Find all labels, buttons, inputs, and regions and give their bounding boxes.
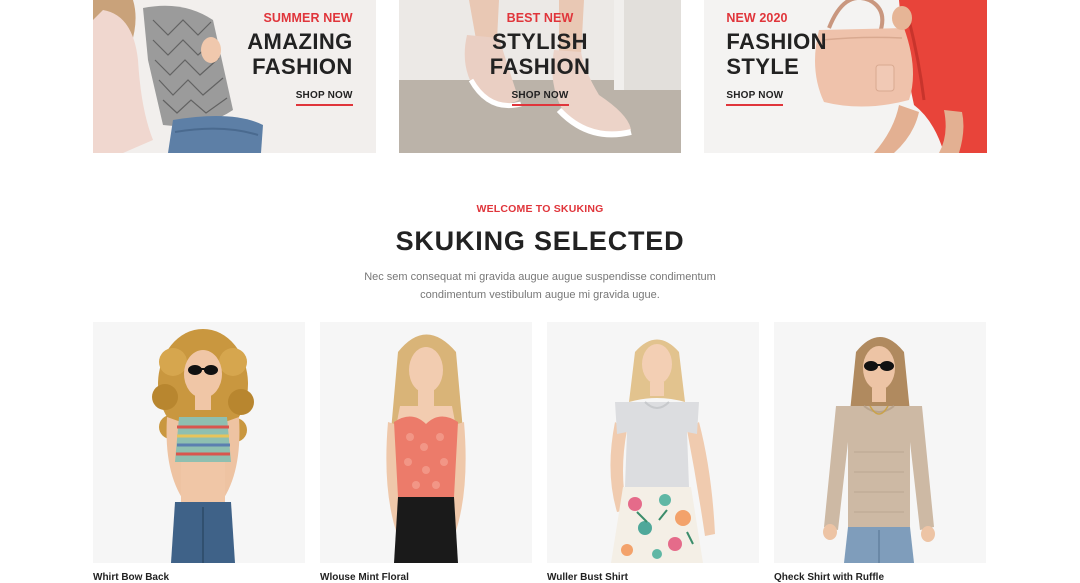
section-title: SKUKING SELECTED (395, 226, 685, 256)
product-photo (823, 337, 935, 563)
banner-title: STYLISH FASHION (399, 29, 682, 79)
product-card[interactable]: Wuller Bust Shirt (547, 322, 759, 583)
banner-title-line: AMAZING (247, 29, 353, 54)
banner-kicker: BEST NEW (506, 11, 574, 25)
banner-new-2020[interactable]: NEW 2020 FASHION STYLE SHOP NOW (704, 0, 988, 153)
shop-now-link[interactable]: SHOP NOW (295, 90, 353, 106)
section-description-line: Nec sem consequat mi gravida augue augue… (364, 271, 716, 283)
product-grid: Whirt Bow Back Wlouse Mint Floral Wuller… (93, 322, 987, 583)
banner-best-new-text: BEST NEW STYLISH FASHION SHOP NOW (399, 11, 682, 106)
product-image[interactable] (93, 322, 305, 563)
product-photo (610, 339, 715, 563)
banner-title-line: STYLISH (492, 29, 588, 54)
banner-title-line: FASHION (489, 54, 591, 79)
product-photo (386, 334, 466, 563)
product-card[interactable]: Wlouse Mint Floral (320, 322, 532, 583)
banner-title-line: STYLE (726, 54, 800, 79)
shop-now-link[interactable]: SHOP NOW (726, 90, 784, 106)
banner-best-new[interactable]: BEST NEW STYLISH FASHION SHOP NOW (398, 0, 682, 153)
banner-title-line: FASHION (726, 29, 827, 54)
product-name[interactable]: Wlouse Mint Floral (320, 572, 532, 583)
product-image[interactable] (774, 322, 986, 563)
product-card[interactable]: Qheck Shirt with Ruffle (774, 322, 986, 583)
banner-kicker: NEW 2020 (726, 11, 788, 25)
product-photo (152, 329, 254, 563)
banner-summer-new-text: SUMMER NEW AMAZING FASHION SHOP NOW (247, 11, 353, 106)
section-kicker: WELCOME TO SKUKING (476, 203, 604, 215)
banner-title: AMAZING FASHION (247, 29, 352, 79)
shop-now-link[interactable]: SHOP NOW (511, 90, 569, 106)
product-card[interactable]: Whirt Bow Back (93, 322, 305, 583)
product-image[interactable] (547, 322, 759, 563)
banner-kicker: SUMMER NEW (263, 11, 353, 25)
section-description: Nec sem consequat mi gravida augue augue… (340, 268, 740, 304)
banner-title-line: FASHION (252, 54, 353, 79)
banner-title: FASHION STYLE (726, 29, 827, 79)
product-image[interactable] (320, 322, 532, 563)
product-name[interactable]: Whirt Bow Back (93, 572, 305, 583)
banner-new-2020-text: NEW 2020 FASHION STYLE SHOP NOW (726, 11, 827, 106)
section-description-line: condimentum vestibulum augue mi gravida … (420, 289, 660, 301)
banner-row: SUMMER NEW AMAZING FASHION SHOP NOW BEST… (93, 0, 988, 153)
product-name[interactable]: Wuller Bust Shirt (547, 572, 759, 583)
banner-summer-new[interactable]: SUMMER NEW AMAZING FASHION SHOP NOW (93, 0, 376, 153)
product-name[interactable]: Qheck Shirt with Ruffle (774, 572, 986, 583)
